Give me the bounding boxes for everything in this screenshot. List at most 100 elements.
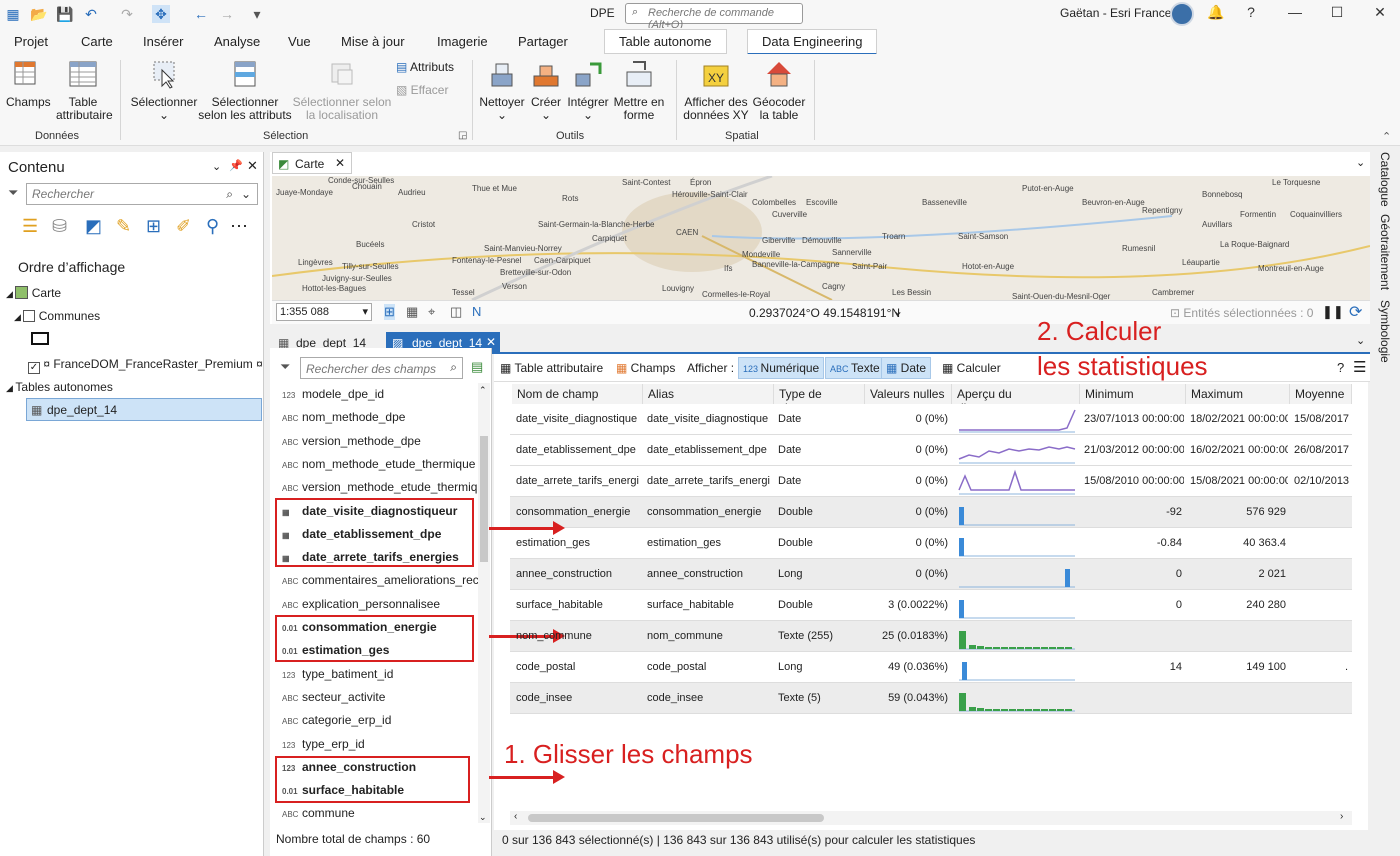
map-canvas[interactable]: Conde-sur-Seulles Juaye-Mondaye Chouain Aud… [272,176,1370,300]
texte-toggle[interactable]: ABC Texte [825,357,885,379]
grid-hscrollbar-thumb[interactable] [528,814,824,822]
contents-search-input[interactable]: Rechercher ⌕ ⌄ [26,183,258,205]
tab-geotraitement[interactable]: Géotraitement [1378,214,1392,290]
map-tab[interactable]: ◩ Carte ✕ [272,152,352,174]
selectionner-button[interactable]: Sélectionner ⌄ [128,58,200,122]
column-header[interactable]: Type de champ [774,384,865,415]
afficher-xy-button[interactable]: XY Afficher des données XY [682,58,750,122]
tab-mise-a-jour[interactable]: Mise à jour [341,34,405,49]
tab-data-engineering[interactable]: Data Engineering [747,29,878,55]
close-tab-icon[interactable]: ✕ [486,335,496,349]
column-header[interactable]: Aperçu du diagramme [952,384,1080,415]
expand-icon[interactable]: ◢ [6,383,15,393]
user-name[interactable]: Gaëtan - Esri France [1060,6,1171,20]
tab-catalogue[interactable]: Catalogue [1378,152,1392,207]
tree-item-basemap[interactable]: ✓ ¤ FranceDOM_FranceRaster_Premium ¤ [28,357,263,374]
chevron-down-icon[interactable]: ⌄ [1356,156,1365,169]
tab-carte[interactable]: Carte [81,34,113,49]
table-attributaire-button[interactable]: Table attributaire [56,58,113,122]
refresh-icon[interactable]: ⟳ [1349,302,1362,322]
editing-icon[interactable]: ✎ [116,216,131,237]
geocoder-button[interactable]: Géocoder la table [752,58,806,122]
notification-icon[interactable]: 🔔 [1206,4,1226,24]
help-icon[interactable]: ? [1337,360,1344,375]
scroll-left-icon[interactable]: ‹ [514,811,517,822]
field-list-item[interactable]: 123 type_erp_id [282,737,365,751]
date-toggle[interactable]: ▦ Date [881,357,932,379]
tab-table-autonome[interactable]: Table autonome [604,29,727,54]
selection-list-icon[interactable]: ◩ [85,216,102,237]
expand-icon[interactable]: ◢ [6,289,15,299]
tab-projet[interactable]: Projet [14,34,48,49]
creer-button[interactable]: Créer ⌄ [528,58,564,122]
tab-symbologie[interactable]: Symbologie [1378,300,1392,363]
tree-item-dpe-dept-14[interactable]: ▦ dpe_dept_14 [26,398,262,421]
tab-partager[interactable]: Partager [518,34,568,49]
column-header[interactable]: Moyenne [1290,384,1352,404]
checked-checkbox-icon[interactable]: ✓ [28,362,40,374]
champs-toolbar-button[interactable]: ▦ Champs [616,361,675,375]
close-pane-icon[interactable]: ✕ [247,158,258,174]
data-source-icon[interactable]: ⛁ [52,216,67,237]
numerique-toggle[interactable]: 123 Numérique [738,357,825,379]
table-icon[interactable]: ▦ [406,304,418,320]
scroll-right-icon[interactable]: › [1340,811,1343,822]
field-list-item[interactable]: ABC explication_personnalisee [282,597,440,611]
open-icon[interactable]: 📂 [30,5,48,23]
column-header[interactable]: Nom de champ [512,384,643,404]
checkbox-icon[interactable] [23,310,36,322]
nettoyer-button[interactable]: Nettoyer ⌄ [478,58,526,122]
grid-icon[interactable]: ⊞ [384,304,395,320]
add-field-icon[interactable]: ▤ [471,359,483,375]
north-icon[interactable]: N [472,304,481,319]
field-list-item[interactable]: 123 modele_dpe_id [282,387,384,401]
filter-icon[interactable]: ⏷ [280,359,290,375]
scale-selector[interactable]: 1:355 088 ▾ [276,303,372,321]
fields-scrollbar-thumb[interactable] [480,436,488,562]
customize-icon[interactable]: ▾ [248,5,266,23]
field-list-item[interactable]: ABC categorie_erp_id [282,713,391,727]
scroll-down-icon[interactable]: ⌄ [479,812,487,823]
column-header[interactable]: Maximum [1186,384,1290,404]
scroll-up-icon[interactable]: ⌃ [479,385,487,396]
column-header[interactable]: Valeurs nulles [865,384,952,404]
integrer-button[interactable]: Intégrer ⌄ [566,58,610,122]
tab-inserer[interactable]: Insérer [143,34,183,49]
save-icon[interactable]: 💾 [56,5,74,23]
select-by-attributes-button[interactable]: Sélectionner selon les attributs [198,58,292,122]
snap-icon[interactable]: ⌖ [428,304,435,320]
menu-icon[interactable]: ☰ [1353,358,1366,376]
communes-symbol[interactable] [31,332,49,345]
help-icon[interactable]: ? [1241,4,1261,24]
filter-icon[interactable]: ⏷ [8,185,18,201]
constraints-icon[interactable]: ◫ [450,304,462,320]
minimize-icon[interactable]: — [1285,4,1305,24]
pane-options-icon[interactable]: ⌄ [212,160,221,173]
charts-icon[interactable]: ⚲ [206,216,219,237]
field-list-item[interactable]: ABC version_methode_etude_thermiq. [282,480,481,494]
chevron-down-icon[interactable]: ⌄ [1356,334,1365,347]
drawing-order-icon[interactable]: ☰ [22,216,38,237]
calculer-button[interactable]: ▦ Calculer [942,361,1001,375]
select-by-location-button[interactable]: Sélectionner selon la localisation [292,58,392,122]
field-list-item[interactable]: ABC commentaires_ameliorations_rec. [282,573,482,587]
field-list-item[interactable]: ABC version_methode_dpe [282,434,421,448]
column-header[interactable]: Alias [643,384,774,404]
maximize-icon[interactable]: ☐ [1327,4,1347,24]
dialog-launcher-icon[interactable]: ◲ [458,130,467,141]
field-list-item[interactable]: ABC nom_methode_dpe [282,410,405,424]
tree-item-tables[interactable]: ◢ Tables autonomes [6,380,113,394]
tree-item-carte[interactable]: ◢ Carte [6,286,61,300]
tab-imagerie[interactable]: Imagerie [437,34,488,49]
tree-item-communes[interactable]: ◢ Communes [14,309,100,323]
pin-icon[interactable]: 📌 [229,159,243,172]
snapping-icon[interactable]: ⊞ [146,216,161,237]
field-list-item[interactable]: 123 type_batiment_id [282,667,393,681]
collapse-icon[interactable]: ◢ [14,312,23,322]
back-icon[interactable]: ← [192,5,210,23]
explore-icon[interactable]: ✥ [152,5,170,23]
forward-icon[interactable]: → [218,5,236,23]
column-header[interactable]: Minimum [1080,384,1186,404]
attributs-button[interactable]: ▤ Attributs [396,60,454,74]
redo-icon[interactable]: ↷ [118,5,136,23]
